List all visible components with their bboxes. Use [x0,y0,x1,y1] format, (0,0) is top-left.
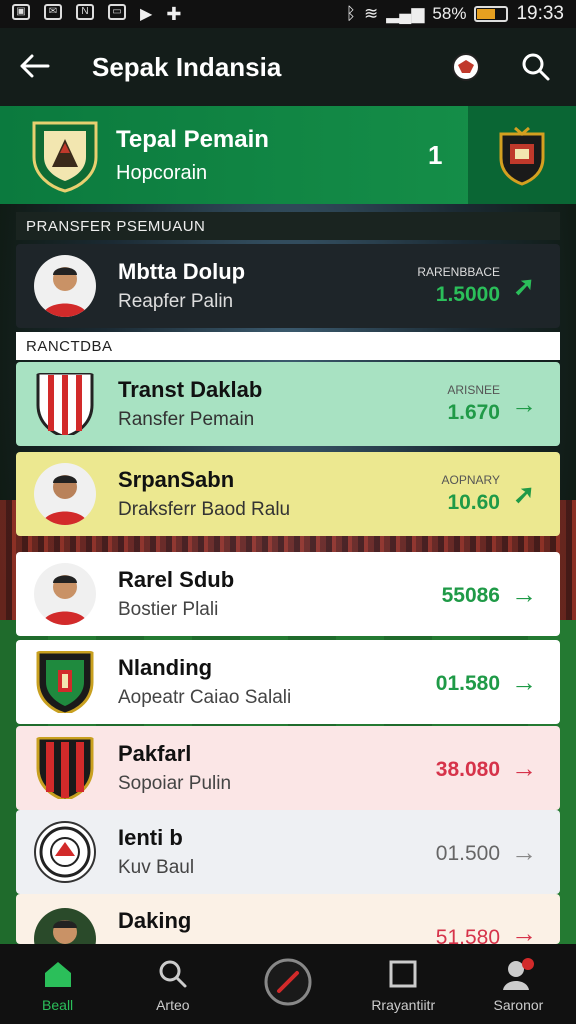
tab-label: Rrayantiitr [371,997,436,1013]
list-item[interactable]: Rarel Sdub Bostier Plali 55086 → [16,552,560,636]
row-name: Pakfarl [118,741,192,766]
right-arrow-icon[interactable]: → [506,667,542,698]
player-avatar [34,563,96,625]
row-name: Rarel Sdub [118,567,235,592]
row-tag: RARENBBACE [417,265,500,279]
section-label-transfers: PRANSFER PSEMUAUN [16,212,560,240]
list-item[interactable]: SrpanSabn Draksferr Baod Ralu AOPNARY 10… [16,452,560,536]
list-item[interactable]: Nlanding Aopeatr Caiao Salali 01.580 → [16,640,560,724]
n-icon: N [76,3,94,20]
row-tag: ARISNEE [447,383,500,397]
tab-transfers[interactable]: Rrayantiitr [346,955,461,1013]
row-value: 01.500 [435,842,500,865]
row-sub: Aopeatr Caiao Salali [118,687,292,708]
tab-label: Arteo [156,997,190,1013]
player-avatar [34,463,96,525]
app-bar: Sepak Indansia [0,28,576,106]
team-crest-icon [30,117,100,193]
row-tag: AOPNARY [441,473,500,487]
row-name: Daking [118,908,192,933]
row-sub: Sopoiar Pulin [118,773,232,794]
back-arrow-icon[interactable] [20,49,70,86]
opponent-crest-icon [468,106,576,204]
gallery-icon: ▣ [12,3,30,20]
signal-icon: ▂▄▆ [386,4,425,23]
profile-icon [501,955,535,993]
plus-icon: ✚ [166,3,182,24]
bottom-tab-bar: Beall Arteo Rrayantiitr Saronor [0,944,576,1024]
section-label-rank: RANCTDBA [16,332,560,360]
tab-label: Saronor [493,997,544,1013]
square-icon [388,955,418,993]
row-value: 1.5000 [435,283,500,306]
tab-profile[interactable]: Saronor [461,955,576,1013]
player-avatar [34,908,96,944]
banner-title: Tepal Pemain [116,125,269,153]
club-crest-red [34,737,96,799]
row-name: SrpanSabn [118,467,235,492]
row-value: 01.580 [435,672,500,695]
list-item[interactable]: Ienti b Kuv Baul 01.500 → [16,810,560,894]
banner-subtitle: Hopcorain [116,161,208,184]
row-value: 1.670 [447,401,500,424]
list-item[interactable]: Mbtta Dolup Reapfer Palin RARENBBACE 1.5… [16,244,560,328]
ball-icon[interactable] [446,47,486,87]
tab-home[interactable]: Beall [0,955,115,1013]
row-value: 38.080 [435,758,500,781]
bluetooth-icon: ᛒ [345,4,356,23]
list-item[interactable]: Pakfarl Sopoiar Pulin 38.080 → [16,726,560,810]
row-sub: Ransfer Pemain [118,409,255,430]
club-crest-round [34,821,96,883]
list-item[interactable]: Transt Daklab Ransfer Pemain ARISNEE 1.6… [16,362,560,446]
message-icon: ▭ [108,3,126,20]
status-bar: ▣ ✉ N ▭ ▶ ✚ ᛒ ≋ ▂▄▆ 58% 19:33 [0,0,576,28]
club-crest-green [34,651,96,713]
tab-ball[interactable] [230,957,345,1011]
tab-label: Beall [42,997,74,1013]
right-arrow-icon[interactable]: → [506,753,542,784]
row-name: Nlanding [118,655,213,680]
search-icon[interactable] [516,47,556,87]
right-arrow-icon[interactable]: → [506,389,542,420]
row-name: Transt Daklab [118,377,263,402]
team-banner[interactable]: Tepal Pemain Hopcorain 1 [0,106,576,204]
page-title: Sepak Indansia [92,51,282,82]
row-name: Ienti b [118,825,183,850]
player-avatar [34,255,96,317]
row-sub: Reapfer Palin [118,291,234,312]
list-item[interactable]: Daking 51.580 → [16,894,560,944]
row-name: Mbtta Dolup [118,259,246,284]
club-crest-striped [34,373,96,435]
clock-time: 19:33 [516,3,564,24]
row-value: 51.580 [435,926,500,944]
wifi-icon: ≋ [363,4,379,23]
mail-icon: ✉ [44,3,62,20]
battery-icon [474,6,509,22]
ball-icon [263,957,313,1007]
right-arrow-icon[interactable]: → [506,908,542,944]
row-value: 10.60 [447,491,500,514]
banner-count: 1 [428,139,443,170]
row-sub: Bostier Plali [118,599,219,620]
up-right-arrow-icon[interactable]: ➚ [506,271,542,302]
home-icon [42,955,74,993]
row-sub: Draksferr Baod Ralu [118,499,291,520]
play-icon: ▶ [140,5,153,23]
tab-search[interactable]: Arteo [115,955,230,1013]
right-arrow-icon[interactable]: → [506,579,542,610]
row-sub: Kuv Baul [118,857,195,878]
battery-percent: 58% [432,4,467,23]
right-arrow-icon[interactable]: → [506,837,542,868]
search-icon [158,955,188,993]
up-right-arrow-icon[interactable]: ➚ [506,479,542,510]
row-value: 55086 [441,584,500,607]
